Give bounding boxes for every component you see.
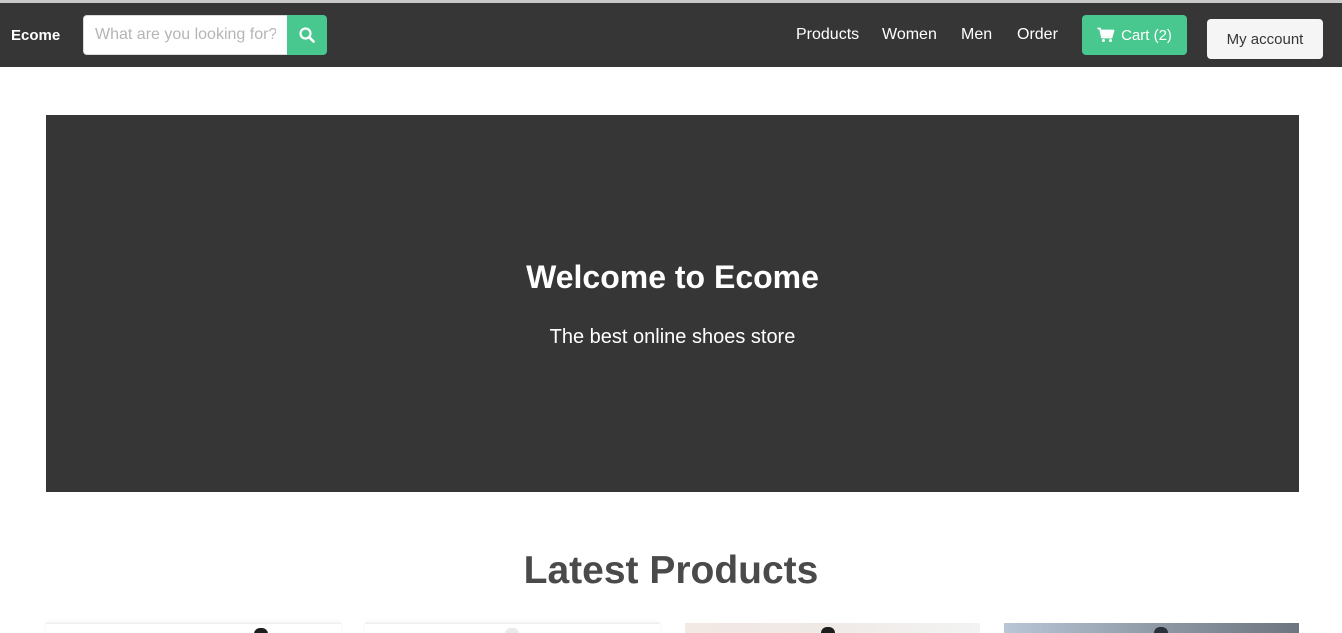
nav-men[interactable]: Men <box>961 26 992 44</box>
latest-products-title: Latest Products <box>523 549 819 592</box>
hero-banner: Welcome to Ecome The best online shoes s… <box>46 115 1299 492</box>
nav-women[interactable]: Women <box>882 26 937 44</box>
search-button[interactable] <box>287 15 327 55</box>
cart-button[interactable]: Cart (2) <box>1082 15 1187 55</box>
shopping-cart-icon <box>1097 27 1115 42</box>
product-image <box>254 628 268 633</box>
product-image <box>821 627 835 633</box>
hero-subtitle: The best online shoes store <box>549 326 796 348</box>
hero-title: Welcome to Ecome <box>526 259 819 295</box>
search-bar <box>83 15 327 55</box>
nav-products[interactable]: Products <box>796 26 859 44</box>
product-card[interactable] <box>365 623 660 633</box>
search-input[interactable] <box>83 15 287 55</box>
navbar: Ecome Products Women Men Order Cart (2) … <box>0 3 1342 67</box>
search-icon <box>299 27 315 43</box>
product-card[interactable] <box>46 623 341 633</box>
product-card[interactable] <box>685 623 980 633</box>
my-account-button[interactable]: My account <box>1207 19 1323 59</box>
nav-order[interactable]: Order <box>1017 26 1058 44</box>
product-image <box>505 628 519 633</box>
my-account-label: My account <box>1226 30 1304 48</box>
brand-logo[interactable]: Ecome <box>11 27 60 44</box>
cart-label: Cart (2) <box>1121 26 1172 44</box>
product-card[interactable] <box>1004 623 1299 633</box>
product-image <box>1154 627 1168 633</box>
